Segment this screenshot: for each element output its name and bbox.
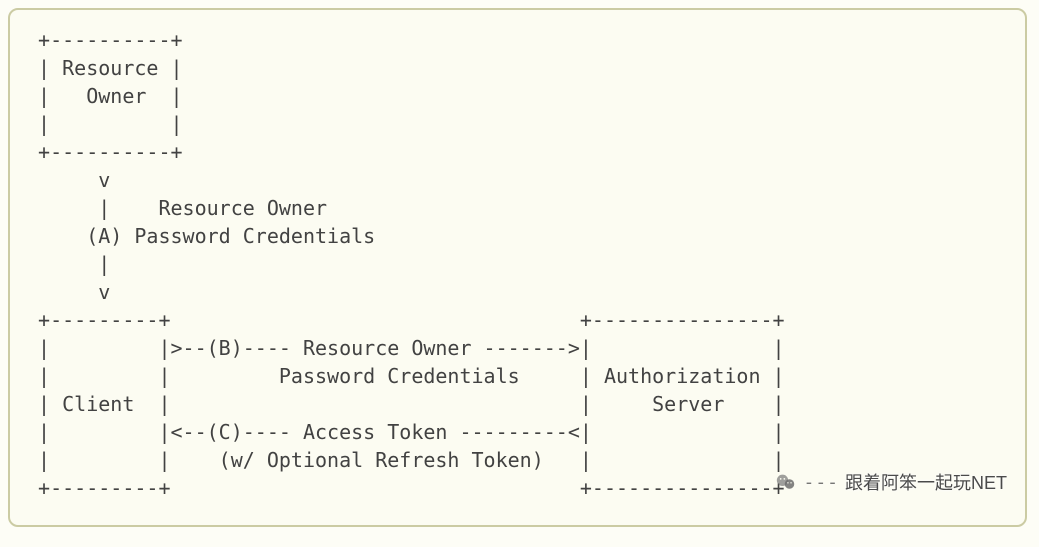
ascii-diagram: +----------+ | Resource | | Owner | | | … (26, 26, 1009, 502)
code-panel: +----------+ | Resource | | Owner | | | … (8, 8, 1027, 527)
